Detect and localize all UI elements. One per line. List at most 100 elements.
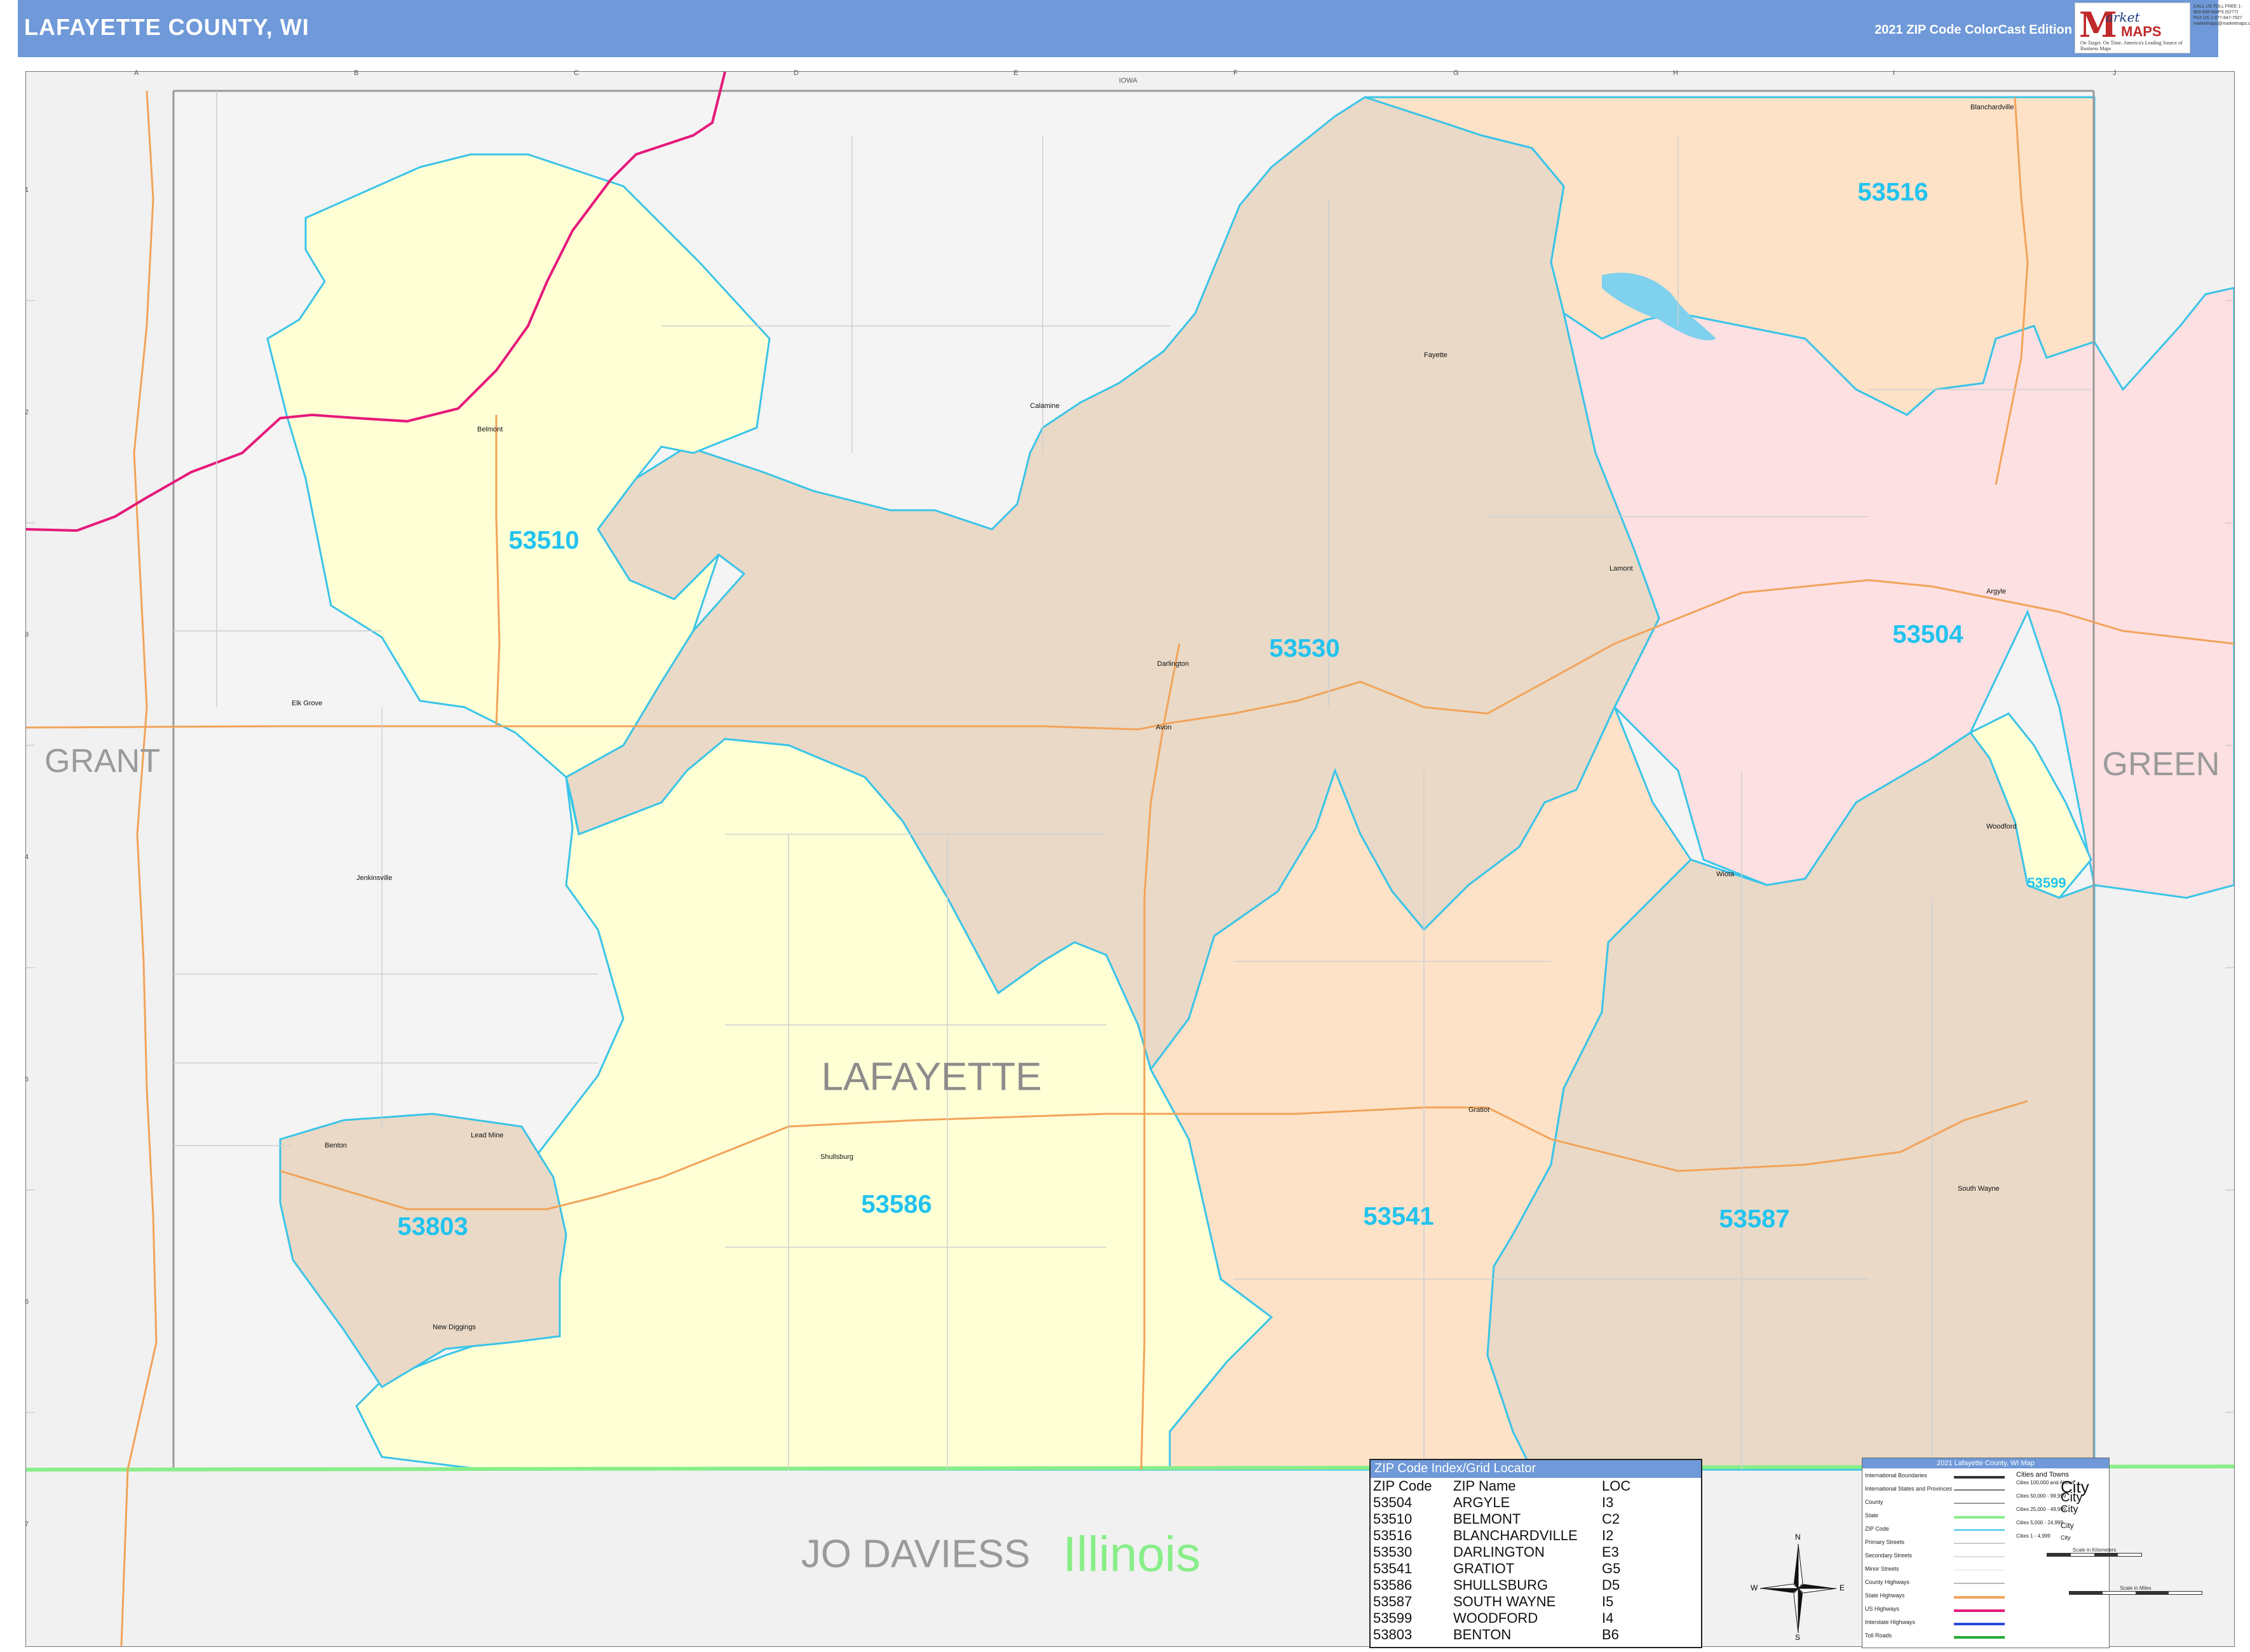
legend-item: County: [1865, 1499, 2011, 1512]
zip-index-zip: 53587: [1373, 1594, 1413, 1609]
compass-e: E: [1840, 1583, 1845, 1592]
zip-index-name: BELMONT: [1453, 1511, 1521, 1527]
grid-col-i: I: [1893, 69, 1895, 77]
zip-index-name: ARGYLE: [1453, 1494, 1510, 1510]
scale-bar-miles: Scale in Miles: [2069, 1585, 2202, 1595]
county-label-jo-daviess: JO DAVIESS: [801, 1532, 1031, 1576]
legend-item-label: International Boundaries: [1865, 1472, 1927, 1479]
city-calamine: Calamine: [1030, 402, 1060, 410]
legend-swatch: [1954, 1543, 2005, 1544]
grid-row-7: 7: [25, 1520, 29, 1528]
legend-item-label: County: [1865, 1499, 1883, 1505]
grid-col-e: E: [1013, 69, 1019, 77]
zip-label-53803[interactable]: 53803: [397, 1213, 468, 1242]
legend-item: International Boundaries: [1865, 1472, 2011, 1486]
zip-index-row[interactable]: 53516 BLANCHARDVILLE I2: [1371, 1527, 1701, 1544]
city-woodford: Woodford: [1986, 823, 2017, 830]
zip-label-53530[interactable]: 53530: [1269, 635, 1339, 663]
zip-label-53586[interactable]: 53586: [861, 1191, 932, 1219]
zip-index-name: SOUTH WAYNE: [1453, 1594, 1556, 1609]
county-label-green: GREEN: [2102, 746, 2220, 783]
zip-index-row[interactable]: 53587 SOUTH WAYNE I5: [1371, 1594, 1701, 1610]
zip-index-row[interactable]: 53599 WOODFORD I4: [1371, 1610, 1701, 1627]
zip-index-loc: I4: [1602, 1610, 1614, 1626]
legend-item: Secondary Streets: [1865, 1552, 2011, 1566]
grid-col-b: B: [354, 69, 359, 77]
city-new-diggings: New Diggings: [433, 1324, 476, 1331]
zip-index-loc: I5: [1602, 1594, 1614, 1609]
zip-index-header-zip: ZIP Code: [1373, 1478, 1432, 1494]
grid-col-d: D: [794, 69, 799, 77]
legend-item: ZIP Code: [1865, 1526, 2011, 1539]
legend-item: State Highways: [1865, 1592, 2011, 1606]
zip-index-zip: 53586: [1373, 1577, 1413, 1593]
grid-col-c: C: [574, 69, 579, 77]
zip-label-53587[interactable]: 53587: [1719, 1205, 1789, 1234]
grid-row-2: 2: [25, 409, 29, 416]
grid-row-5: 5: [25, 1076, 29, 1083]
map-area[interactable]: A B C D E F G H I J 1 2 3 4 5 6 7 IOWA G…: [25, 69, 2235, 1647]
city-benton: Benton: [325, 1142, 347, 1149]
grid-col-g: G: [1453, 69, 1459, 77]
zip-label-53541[interactable]: 53541: [1363, 1203, 1433, 1231]
legend-city-size-label: Cities 5,000 - 24,999: [2016, 1520, 2063, 1526]
zip-index-loc: C2: [1602, 1511, 1620, 1527]
zip-index-name: BLANCHARDVILLE: [1453, 1527, 1578, 1543]
city-wiota: Wiota: [1716, 870, 1735, 878]
legend-item: International States and Provinces: [1865, 1486, 2011, 1499]
legend-city-size: Cities 25,000 - 49,999 City: [2016, 1504, 2105, 1520]
legend-item-label: ZIP Code: [1865, 1526, 1889, 1532]
iowa-label: IOWA: [1119, 77, 1137, 85]
legend-city-sizes: Cities and Towns Cities 100,000 and Abov…: [2016, 1471, 2105, 1547]
legend-item-label: County Highways: [1865, 1579, 1910, 1585]
legend-item: County Highways: [1865, 1579, 2011, 1592]
legend-item: Toll Roads: [1865, 1632, 2011, 1646]
legend-item: Interstate Highways: [1865, 1619, 2011, 1632]
zip-label-53504[interactable]: 53504: [1892, 621, 1963, 649]
city-shullsburg: Shullsburg: [820, 1153, 853, 1161]
map-canvas[interactable]: [26, 72, 2234, 1646]
zip-index-loc: I3: [1602, 1494, 1614, 1510]
zip-index-row[interactable]: 53504 ARGYLE I3: [1371, 1494, 1701, 1511]
logo-tagline: On Target. On Time. America's Leading So…: [2080, 40, 2183, 51]
legend-city-sample: City: [2061, 1521, 2074, 1530]
legend-city-size-label: Cities 25,000 - 49,999: [2016, 1506, 2066, 1512]
legend-item-label: State: [1865, 1512, 1879, 1519]
county-label-grant: GRANT: [44, 743, 160, 780]
state-label-illinois: Illinois: [1062, 1526, 1201, 1582]
zip-index-row[interactable]: 53586 SHULLSBURG D5: [1371, 1577, 1701, 1594]
zip-index-row[interactable]: 53510 BELMONT C2: [1371, 1511, 1701, 1527]
legend-title: 2021 Lafayette County, WI Map: [1862, 1458, 2109, 1468]
legend-item-label: Toll Roads: [1865, 1632, 1892, 1639]
map-title: LAFAYETTE COUNTY, WI: [24, 14, 309, 40]
market-maps-logo[interactable]: M arket MAPS On Target. On Time. America…: [2075, 3, 2190, 53]
grid-col-a: A: [134, 69, 139, 77]
zip-index-name: BENTON: [1453, 1627, 1512, 1642]
city-belmont: Belmont: [477, 426, 503, 433]
legend-item-label: Secondary Streets: [1865, 1552, 1913, 1559]
legend-item: Primary Streets: [1865, 1539, 2011, 1552]
legend-swatch: [1954, 1476, 2005, 1479]
compass-rose-icon: N S E W: [1751, 1533, 1846, 1642]
zip-index-header: ZIP Code ZIP Name LOC: [1371, 1478, 1701, 1494]
zip-index-zip: 53516: [1373, 1527, 1413, 1543]
legend-swatch: [1954, 1623, 2005, 1625]
legend-item: US Highways: [1865, 1606, 2011, 1619]
zip-index-row[interactable]: 53803 BENTON B6: [1371, 1627, 1701, 1643]
legend-swatch: [1954, 1596, 2005, 1599]
legend-item-label: Minor Streets: [1865, 1566, 1899, 1572]
zip-index-row[interactable]: 53530 DARLINGTON E3: [1371, 1544, 1701, 1561]
zip-label-53510[interactable]: 53510: [508, 527, 579, 555]
zip-index-row[interactable]: 53541 GRATIOT G5: [1371, 1561, 1701, 1577]
zip-index-name: SHULLSBURG: [1453, 1577, 1549, 1593]
legend-item-label: Primary Streets: [1865, 1539, 1905, 1545]
zip-index-name: DARLINGTON: [1453, 1544, 1545, 1560]
legend-swatch: [1954, 1556, 2005, 1557]
zip-label-53516[interactable]: 53516: [1857, 179, 1928, 207]
legend-swatch: [1954, 1516, 2005, 1519]
zip-index-name: GRATIOT: [1453, 1561, 1515, 1576]
zip-label-53599[interactable]: 53599: [2027, 875, 2066, 891]
city-south-wayne: South Wayne: [1958, 1185, 2000, 1193]
legend-swatch: [1954, 1636, 2005, 1639]
compass-s: S: [1795, 1633, 1801, 1642]
